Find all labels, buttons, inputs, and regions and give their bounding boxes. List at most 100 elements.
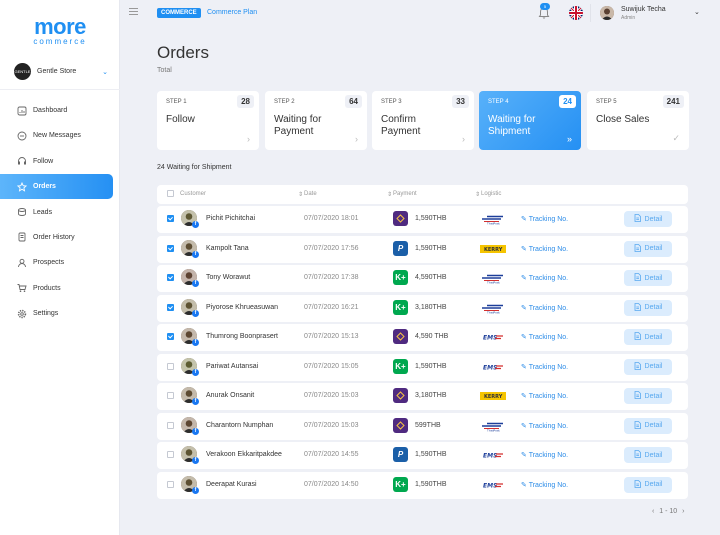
sidebar-item-label: Prospects (33, 259, 65, 267)
tracking-label: Tracking No. (528, 481, 569, 489)
row-checkbox[interactable] (167, 274, 174, 281)
table-row[interactable]: f Pichit Pichitchai 07/07/2020 18:01 1,590T… (157, 206, 688, 233)
order-date: 07/07/2020 16:21 (304, 303, 359, 311)
facebook-icon: f (192, 457, 199, 464)
facebook-icon: f (192, 427, 199, 435)
user-avatar[interactable] (600, 6, 614, 20)
tracking-link[interactable]: ✎ Tracking No. (521, 245, 568, 253)
row-checkbox[interactable] (167, 421, 174, 429)
sidebar-item-products[interactable]: Products (0, 276, 120, 301)
detail-button[interactable]: Detail (624, 270, 672, 286)
kbank-icon: K+ (393, 476, 408, 492)
sidebar-item-settings[interactable]: Settings (0, 301, 120, 326)
row-checkbox[interactable] (167, 215, 174, 222)
uk-flag-icon[interactable] (569, 6, 583, 20)
detail-button[interactable]: Detail (624, 388, 672, 404)
step-title: Waiting for Shipment (488, 114, 536, 137)
sidebar-item-follow[interactable]: Follow (0, 149, 120, 174)
table-row[interactable]: f Verakoon Ekkaritpakdee 07/07/2020 14:55 P… (157, 442, 688, 469)
row-checkbox[interactable] (167, 244, 174, 252)
sidebar-item-order-history[interactable]: Order History (0, 225, 120, 250)
tracking-link[interactable]: ✎ Tracking No. (521, 333, 568, 341)
tracking-link[interactable]: ✎ Tracking No. (521, 481, 568, 489)
tracking-link[interactable]: ✎ Tracking No. (521, 274, 568, 282)
sidebar-item-prospects[interactable]: Prospects (0, 250, 120, 275)
detail-button[interactable]: Detail (624, 329, 672, 345)
column-header-payment[interactable]: Payment (393, 191, 417, 197)
thaipost-logo-icon: ThaiPost (479, 272, 507, 285)
detail-button[interactable]: Detail (624, 211, 672, 227)
table-row[interactable]: f Anurak Onsanit 07/07/2020 15:03 3,180THB K… (157, 383, 688, 410)
topbar: COMMERCE Commerce Plan 5 Suwijuk Techa A… (120, 0, 720, 28)
row-checkbox[interactable] (167, 392, 174, 399)
svg-text:ThaiPost: ThaiPost (486, 222, 501, 226)
table-row[interactable]: f Pariwat Autansai 07/07/2020 15:05 K+ 1,590… (157, 353, 688, 381)
menu-icon[interactable] (129, 8, 138, 17)
detail-button[interactable]: Detail (624, 358, 672, 375)
row-checkbox[interactable] (167, 451, 174, 458)
sidebar-nav: Dashboard New Messages Follow Orders Leads Or… (0, 98, 120, 327)
detail-button[interactable]: Detail (624, 299, 672, 316)
table-row[interactable]: f Deerapat Kurasi 07/07/2020 14:50 K+ 1,590T… (157, 471, 688, 499)
tracking-link[interactable]: ✎ Tracking No. (521, 215, 568, 223)
sidebar-item-dashboard[interactable]: Dashboard (0, 98, 120, 123)
row-checkbox[interactable] (167, 333, 174, 340)
row-checkbox[interactable] (167, 362, 174, 370)
customer-name: Thumrong Boonprasert (206, 333, 278, 340)
bell-icon[interactable]: 5 (537, 3, 551, 20)
row-checkbox[interactable] (167, 480, 174, 488)
sidebar-item-new-messages[interactable]: New Messages (0, 123, 120, 148)
step-card-5[interactable]: STEP 5 241 Close Sales ✓ (587, 91, 689, 150)
customer-name: Anurak Onsanit (206, 392, 255, 399)
table-row[interactable]: f Piyorose Khrueasuwan 07/07/2020 16:21 K+ 3… (157, 294, 688, 322)
table-row[interactable]: f Kampolt Tana 07/07/2020 17:56 P 1,590THB KE… (157, 235, 688, 263)
step-card-3[interactable]: STEP 3 33 Confirm Payment › (372, 91, 474, 150)
logo[interactable]: more commerce (27, 16, 93, 46)
tracking-label: Tracking No. (528, 216, 569, 223)
tracking-link[interactable]: ✎ Tracking No. (521, 363, 568, 371)
pencil-icon: ✎ (521, 393, 529, 400)
step-card-2[interactable]: STEP 2 64 Waiting for Payment › (265, 91, 367, 150)
tracking-link[interactable]: ✎ Tracking No. (521, 304, 568, 312)
sort-icon[interactable]: ⇕ (475, 191, 480, 198)
star-icon (16, 181, 27, 192)
step-card-1[interactable]: STEP 1 28 Follow › (157, 91, 259, 150)
kbank-icon: K+ (393, 299, 408, 315)
tracking-link[interactable]: ✎ Tracking No. (521, 422, 568, 430)
order-amount: 1,590THB (415, 215, 447, 222)
order-date: 07/07/2020 15:03 (304, 392, 359, 399)
chevron-left-icon[interactable]: ‹ (652, 508, 654, 515)
column-header-logistic[interactable]: Logistic (481, 191, 501, 197)
chevron-down-icon[interactable]: ⌄ (694, 8, 700, 16)
sidebar-item-label: Products (33, 284, 61, 292)
sort-icon[interactable]: ⇕ (298, 191, 303, 198)
tracking-label: Tracking No. (528, 452, 569, 459)
detail-button[interactable]: Detail (624, 476, 672, 493)
tracking-link[interactable]: ✎ Tracking No. (521, 392, 568, 400)
order-date: 07/07/2020 17:38 (304, 274, 359, 281)
table-row[interactable]: f Tony Worawut 07/07/2020 17:38 K+ 4,590THB T… (157, 265, 688, 292)
store-selector[interactable]: GENTLE Gentle Store ⌄ (14, 61, 108, 82)
detail-button[interactable]: Detail (624, 447, 672, 463)
detail-button[interactable]: Detail (624, 240, 672, 257)
sidebar-item-leads[interactable]: Leads (0, 200, 120, 225)
kerry-logo-icon: KERRY (479, 243, 507, 255)
sidebar-item-orders[interactable]: Orders (0, 174, 113, 200)
row-checkbox[interactable] (167, 303, 174, 311)
customer-name: Pichit Pichitchai (206, 215, 256, 222)
sort-icon[interactable]: ⇕ (387, 191, 392, 198)
step-count: 33 (452, 95, 469, 108)
step-count: 64 (345, 95, 362, 108)
select-all-checkbox[interactable] (167, 190, 174, 197)
facebook-icon: f (192, 250, 199, 258)
chevron-right-icon[interactable]: › (682, 508, 684, 515)
column-header-customer[interactable]: Customer (180, 191, 206, 197)
table-row[interactable]: f Charantorn Numphan 07/07/2020 15:03 599TH… (157, 412, 688, 440)
tracking-link[interactable]: ✎ Tracking No. (521, 451, 568, 459)
column-header-date[interactable]: Date (304, 191, 317, 197)
detail-button[interactable]: Detail (624, 417, 672, 434)
step-card-4[interactable]: STEP 4 24 Waiting for Shipment » (479, 91, 581, 150)
detail-label: Detail (644, 392, 663, 400)
table-row[interactable]: f Thumrong Boonprasert 07/07/2020 15:13 4,5… (157, 324, 688, 351)
customer-name: Kampolt Tana (206, 244, 249, 252)
